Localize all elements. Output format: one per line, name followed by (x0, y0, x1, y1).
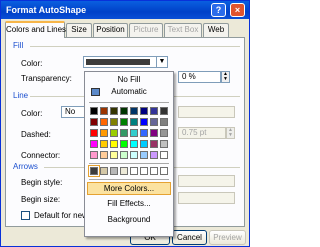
spin-down-icon[interactable]: ▼ (222, 77, 229, 82)
color-swatch[interactable] (120, 129, 128, 137)
color-swatch[interactable] (100, 167, 108, 175)
color-swatch[interactable] (110, 151, 118, 159)
color-swatch[interactable] (130, 140, 138, 148)
color-swatch[interactable] (160, 140, 168, 148)
end-size-select[interactable] (178, 192, 235, 204)
default-for-new-objects-checkbox[interactable] (21, 211, 30, 220)
color-dropdown-menu: No Fill Automatic More Colors... Fill Ef… (84, 71, 174, 237)
color-swatch[interactable] (160, 107, 168, 115)
color-swatch[interactable] (130, 107, 138, 115)
tab-picture[interactable]: Picture (129, 23, 163, 37)
color-swatch[interactable] (100, 118, 108, 126)
color-swatch[interactable] (90, 107, 98, 115)
color-swatch[interactable] (110, 167, 118, 175)
line-weight-spinner[interactable]: ▲ ▼ (226, 127, 235, 139)
color-swatch[interactable] (160, 167, 168, 175)
menu-separator (89, 179, 169, 180)
color-swatch[interactable] (120, 107, 128, 115)
color-swatch[interactable] (150, 151, 158, 159)
title-bar[interactable]: Format AutoShape ? × (1, 1, 249, 19)
color-swatch[interactable] (140, 167, 148, 175)
arrows-section-label: Arrows (13, 162, 38, 171)
connector-label: Connector: (21, 151, 61, 160)
transparency-spinner[interactable]: ▲ ▼ (221, 71, 230, 83)
color-swatch[interactable] (120, 140, 128, 148)
line-color-label: Color: (21, 109, 43, 118)
menu-separator (89, 163, 169, 164)
fill-color-dropdown-icon[interactable]: ▼ (156, 56, 168, 68)
transparency-input[interactable]: 0 % (178, 71, 221, 83)
color-swatch[interactable] (110, 140, 118, 148)
background-option[interactable]: Background (85, 214, 173, 227)
color-swatch[interactable] (130, 129, 138, 137)
menu-separator (89, 102, 169, 103)
automatic-option[interactable]: Automatic (85, 86, 173, 99)
color-swatch[interactable] (150, 107, 158, 115)
tab-web[interactable]: Web (203, 23, 229, 37)
color-swatch[interactable] (150, 140, 158, 148)
color-swatch[interactable] (130, 151, 138, 159)
color-swatch[interactable] (100, 151, 108, 159)
tab-text-box[interactable]: Text Box (164, 23, 202, 37)
close-icon[interactable]: × (230, 3, 245, 17)
color-swatch[interactable] (140, 129, 148, 137)
color-swatch[interactable] (130, 167, 138, 175)
color-swatch[interactable] (150, 129, 158, 137)
help-icon[interactable]: ? (211, 3, 226, 17)
line-section-label: Line (13, 91, 29, 100)
fill-section-divider (30, 46, 240, 47)
color-swatch[interactable] (140, 118, 148, 126)
color-swatch[interactable] (140, 151, 148, 159)
begin-style-label: Begin style: (21, 178, 63, 187)
color-swatch[interactable] (160, 129, 168, 137)
color-swatch[interactable] (110, 129, 118, 137)
color-swatch[interactable] (110, 118, 118, 126)
cancel-button[interactable]: Cancel (172, 230, 207, 245)
color-swatch[interactable] (140, 107, 148, 115)
color-swatch[interactable] (90, 140, 98, 148)
tab-colors-and-lines[interactable]: Colors and Lines (5, 21, 66, 38)
color-swatch[interactable] (120, 151, 128, 159)
color-swatch[interactable] (90, 151, 98, 159)
dialog-title: Format AutoShape (6, 5, 87, 15)
color-swatch[interactable] (90, 129, 98, 137)
dashed-label: Dashed: (21, 130, 51, 139)
color-swatch[interactable] (150, 118, 158, 126)
begin-size-label: Begin size: (21, 195, 61, 204)
color-swatch[interactable] (140, 140, 148, 148)
fill-effects-option[interactable]: Fill Effects... (85, 198, 173, 211)
color-swatch[interactable] (90, 118, 98, 126)
tab-position[interactable]: Position (93, 23, 128, 37)
color-swatch[interactable] (120, 118, 128, 126)
color-swatch[interactable] (88, 165, 100, 177)
tab-size[interactable]: Size (66, 23, 92, 37)
end-style-select[interactable] (178, 175, 235, 187)
color-swatch[interactable] (160, 151, 168, 159)
color-swatch[interactable] (130, 118, 138, 126)
fill-color-label: Color: (21, 59, 43, 68)
color-swatch[interactable] (100, 129, 108, 137)
color-swatch[interactable] (100, 140, 108, 148)
fill-section-label: Fill (13, 41, 24, 50)
color-swatch[interactable] (120, 167, 128, 175)
line-weight-input[interactable]: 0.75 pt (178, 127, 226, 139)
line-style-select[interactable] (178, 106, 235, 118)
weight-spin-down-icon[interactable]: ▼ (227, 133, 234, 138)
more-colors-option[interactable]: More Colors... (87, 182, 171, 195)
color-swatch[interactable] (100, 107, 108, 115)
color-swatch[interactable] (150, 167, 158, 175)
format-autoshape-dialog: Format AutoShape ? × Colors and Lines Si… (0, 0, 250, 247)
fill-color-swatch (86, 59, 150, 65)
color-swatch[interactable] (160, 118, 168, 126)
transparency-label: Transparency: (21, 74, 72, 83)
preview-button[interactable]: Preview (209, 230, 246, 245)
color-swatch[interactable] (110, 107, 118, 115)
